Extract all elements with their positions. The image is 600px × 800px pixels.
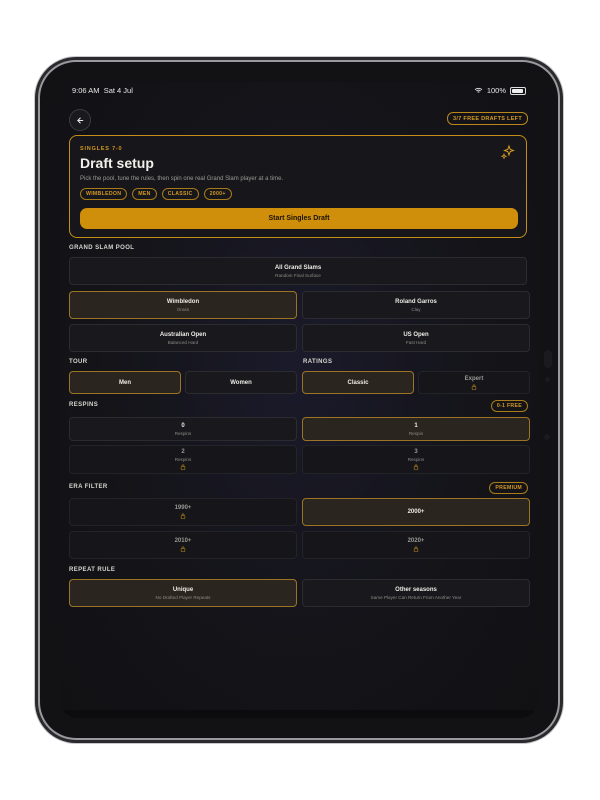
card-title: All Grand Slams <box>274 264 322 271</box>
card-subtitle: Random Final Surface <box>275 272 321 278</box>
status-date: Sat 4 Jul <box>103 86 133 95</box>
card-title: 3 <box>414 449 418 455</box>
card-subtitle: Clay <box>411 306 421 312</box>
side-sensor-2 <box>544 434 550 440</box>
card-subtitle: Balanced Hard <box>167 339 199 345</box>
ratings-expert[interactable]: Expert <box>418 371 530 394</box>
card-title: Wimbledon <box>166 298 200 305</box>
lock-icon <box>413 546 419 552</box>
pool-wimbledon[interactable]: Wimbledon Grass <box>69 291 297 319</box>
lock-icon <box>180 464 186 470</box>
card-title: Unique <box>172 586 194 593</box>
era-2020[interactable]: 2020+ <box>302 531 530 559</box>
era-1990[interactable]: 1990+ <box>69 498 297 526</box>
tour-men[interactable]: Men <box>69 371 181 394</box>
card-title: US Open <box>403 331 429 338</box>
pool-us-open[interactable]: US Open Fast Hard <box>302 324 530 352</box>
status-bar: 9:06 AM Sat 4 Jul 100% <box>60 82 538 100</box>
tablet-frame: 9:06 AM Sat 4 Jul 100% 3/7 FREE DRAFTS L… <box>40 62 558 738</box>
bottom-bar <box>60 710 538 718</box>
tag-wimbledon: WIMBLEDON <box>80 188 128 200</box>
side-sensor <box>545 377 550 382</box>
battery-icon <box>510 86 526 95</box>
card-subtitle: Fast Hard <box>405 339 427 345</box>
card-title: 2020+ <box>407 538 425 544</box>
sparkles-icon <box>500 144 515 160</box>
grand-slam-pool-label: GRAND SLAM POOL <box>69 245 135 251</box>
era-2010[interactable]: 2010+ <box>69 531 297 559</box>
era-filter-label: ERA FILTER <box>69 484 108 490</box>
ratings-classic[interactable]: Classic <box>302 371 414 394</box>
status-time-date: 9:06 AM Sat 4 Jul <box>72 86 133 95</box>
lock-icon <box>471 384 477 390</box>
premium-badge: PREMIUM <box>489 482 528 494</box>
ratings-label: RATINGS <box>303 359 333 365</box>
card-subtitle: Grass <box>176 306 190 312</box>
lock-icon <box>413 464 419 470</box>
card-title: 2000+ <box>407 509 425 515</box>
card-subtitle: Same Player Can Return From Another Year <box>370 594 462 600</box>
card-title: 2010+ <box>174 538 192 544</box>
respins-1[interactable]: 1 Respin <box>302 417 530 441</box>
tour-label: TOUR <box>69 359 88 365</box>
respins-label: RESPINS <box>69 402 99 408</box>
card-title: 1 <box>414 422 418 429</box>
card-title: Men <box>119 379 131 386</box>
respins-free-badge: 0-1 FREE <box>490 400 528 412</box>
free-drafts-badge: 3/7 FREE DRAFTS LEFT <box>447 112 528 125</box>
app-screen: 9:06 AM Sat 4 Jul 100% 3/7 FREE DRAFTS L… <box>60 82 538 718</box>
repeat-unique[interactable]: Unique No Drafted Player Repeats <box>69 579 297 607</box>
respins-0[interactable]: 0 Respins <box>69 417 297 441</box>
card-title: Expert <box>464 375 484 382</box>
tag-classic: CLASSIC <box>161 188 199 200</box>
card-title: Roland Garros <box>395 298 437 305</box>
hero-description: Pick the pool, tune the rules, then spin… <box>80 176 284 182</box>
battery-percent: 100% <box>486 86 506 95</box>
card-title: 2 <box>181 449 185 455</box>
tag-era: 2000+ <box>203 188 232 200</box>
status-right: 100% <box>474 86 526 95</box>
pool-all-grand-slams[interactable]: All Grand Slams Random Final Surface <box>69 257 527 285</box>
repeat-other-seasons[interactable]: Other seasons Same Player Can Return Fro… <box>302 579 530 607</box>
card-title: 0 <box>181 422 185 429</box>
respins-2[interactable]: 2 Respins <box>69 445 297 474</box>
card-subtitle: No Drafted Player Repeats <box>155 594 211 600</box>
lock-icon <box>180 513 186 519</box>
selected-tags: WIMBLEDON MEN CLASSIC 2000+ <box>80 188 232 200</box>
card-subtitle: Respins <box>174 430 192 436</box>
tag-men: MEN <box>132 188 157 200</box>
repeat-rule-label: REPEAT RULE <box>69 567 116 573</box>
card-title: Classic <box>347 379 369 386</box>
card-subtitle: Respin <box>408 430 424 436</box>
tour-women[interactable]: Women <box>185 371 297 394</box>
card-subtitle: Respins <box>407 457 425 462</box>
page-title: Draft setup <box>80 155 154 171</box>
pool-australian-open[interactable]: Australian Open Balanced Hard <box>69 324 297 352</box>
card-title: 1990+ <box>174 505 192 511</box>
status-time: 9:06 AM <box>72 86 100 95</box>
back-button[interactable] <box>69 109 91 131</box>
era-2000[interactable]: 2000+ <box>302 498 530 526</box>
card-title: Other seasons <box>395 586 437 593</box>
side-camera-bump <box>544 350 552 368</box>
lock-icon <box>180 546 186 552</box>
arrow-left-icon <box>76 116 83 124</box>
wifi-icon <box>474 87 483 93</box>
card-title: Women <box>230 379 252 386</box>
start-singles-draft-button[interactable]: Start Singles Draft <box>80 208 518 229</box>
hero-eyebrow: SINGLES 7-0 <box>80 146 123 152</box>
draft-setup-card: SINGLES 7-0 Draft setup Pick the pool, t… <box>69 135 527 238</box>
card-subtitle: Respins <box>174 457 192 462</box>
respins-3[interactable]: 3 Respins <box>302 445 530 474</box>
pool-roland-garros[interactable]: Roland Garros Clay <box>302 291 530 319</box>
card-title: Australian Open <box>159 331 207 338</box>
